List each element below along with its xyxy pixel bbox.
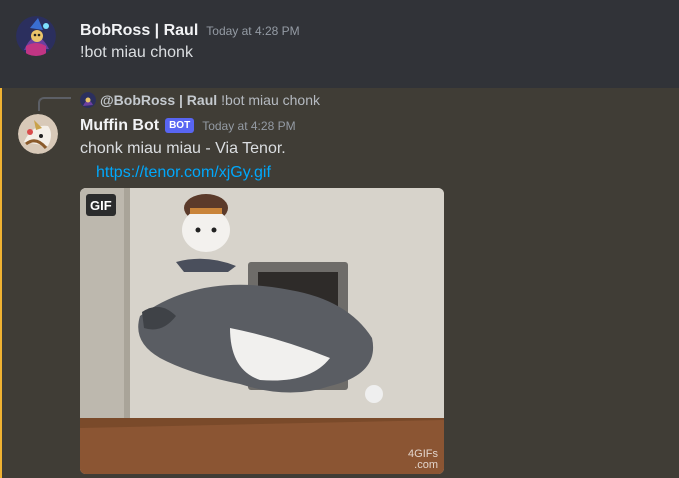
wizard-avatar-icon bbox=[16, 16, 56, 56]
user-avatar[interactable] bbox=[16, 16, 56, 56]
muffin-bot-avatar-icon bbox=[18, 114, 58, 154]
reply-connector bbox=[38, 97, 71, 111]
watermark-line2: .com bbox=[414, 459, 438, 471]
message-bobross: BobRoss | Raul Today at 4:28 PM !bot mia… bbox=[0, 0, 679, 88]
author-name[interactable]: BobRoss | Raul bbox=[80, 20, 198, 42]
gif-watermark: 4GIFs .com bbox=[408, 449, 438, 471]
message-content: !bot miau chonk bbox=[80, 44, 193, 61]
reply-reference[interactable]: @BobRoss | Raul !bot miau chonk bbox=[80, 90, 320, 110]
message-timestamp[interactable]: Today at 4:28 PM bbox=[206, 20, 299, 42]
message-timestamp[interactable]: Today at 4:28 PM bbox=[202, 115, 295, 137]
message-content: chonk miau miau - Via Tenor. bbox=[80, 140, 286, 157]
gif-badge: GIF bbox=[86, 194, 116, 216]
bot-avatar[interactable] bbox=[18, 114, 58, 154]
reply-mention[interactable]: @BobRoss | Raul bbox=[100, 92, 217, 108]
reply-avatar-icon bbox=[80, 92, 96, 108]
cat-gif-image bbox=[80, 188, 444, 474]
gif-embed[interactable]: GIF 4GIFs .com bbox=[80, 188, 444, 474]
tenor-link[interactable]: https://tenor.com/xjGy.gif bbox=[96, 162, 271, 184]
author-name[interactable]: Muffin Bot bbox=[80, 115, 159, 137]
bot-tag: BOT bbox=[165, 118, 195, 133]
reply-text[interactable]: !bot miau chonk bbox=[221, 92, 320, 108]
